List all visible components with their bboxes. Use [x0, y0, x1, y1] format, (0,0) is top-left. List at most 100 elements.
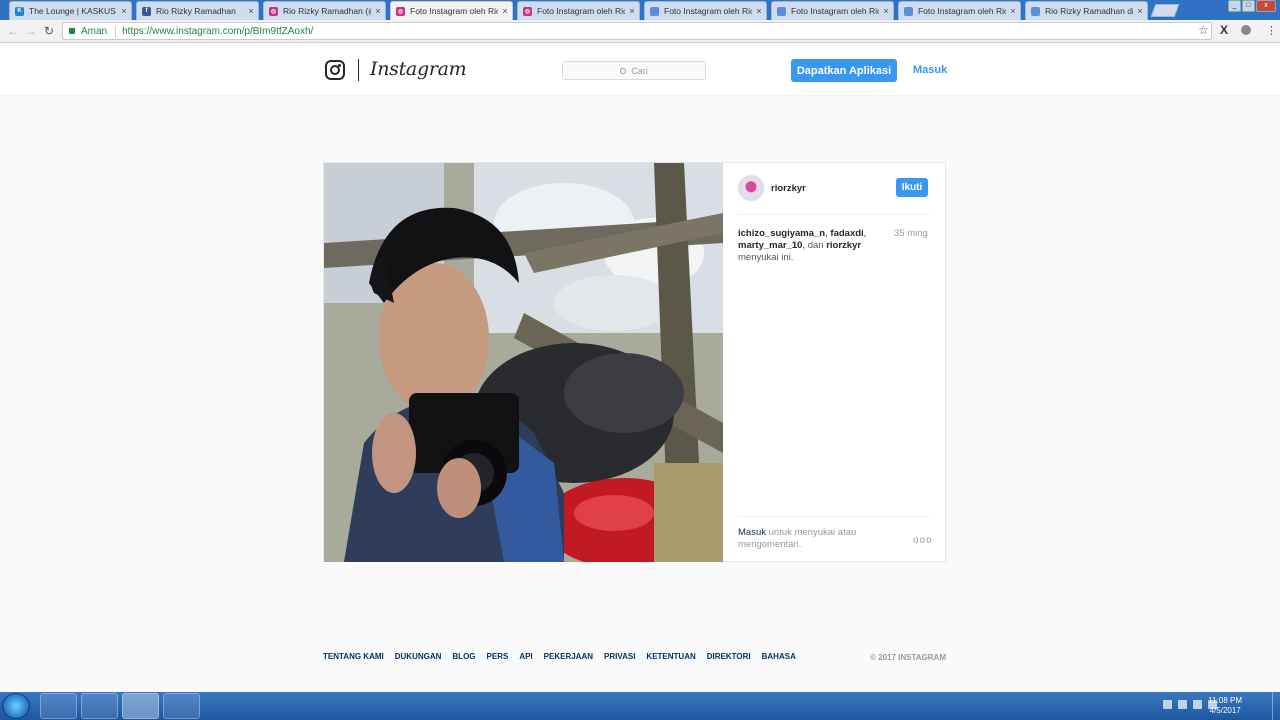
clock-time: 11:08 PM: [1208, 696, 1242, 705]
follow-button[interactable]: Ikuti: [896, 178, 928, 197]
url-text[interactable]: https://www.instagram.com/p/BIm9tfZAoxh/: [122, 26, 313, 37]
footer-link[interactable]: DIREKTORI: [707, 652, 751, 661]
footer-links: TENTANG KAMI DUKUNGAN BLOG PERS API PEKERJAAN…: [323, 652, 946, 661]
bookmark-star-icon[interactable]: ☆: [1198, 23, 1209, 37]
search-icon: [620, 67, 627, 74]
tab-favicon-icon: [777, 6, 786, 16]
more-options-icon[interactable]: ooo: [913, 535, 933, 546]
new-tab-button[interactable]: [1150, 4, 1180, 17]
post-photo-image: [324, 163, 723, 562]
network-taskbar-icon[interactable]: [81, 693, 118, 719]
tab-title: Foto Instagram oleh Rio: [664, 6, 752, 16]
tab-favicon-icon: [650, 6, 659, 16]
clock-date: 4/5/2017: [1209, 706, 1241, 715]
tab-close-icon[interactable]: ×: [752, 6, 766, 16]
tab-title: Rio Rizky Ramadhan di I: [1045, 6, 1133, 16]
tab-close-icon[interactable]: ×: [879, 6, 893, 16]
likes-text: ichizo_sugiyama_n, fadaxdi, marty_mar_10…: [738, 228, 867, 263]
liker-link[interactable]: fadaxdi: [830, 228, 863, 239]
footer-link[interactable]: PERS: [487, 652, 509, 661]
tray-arrow-icon[interactable]: [1163, 700, 1172, 709]
reload-icon[interactable]: ↻: [44, 24, 54, 38]
tab-title: The Lounge | KASKUS: [29, 6, 116, 16]
browser-tab-strip: K The Lounge | KASKUS × f Rio Rizky Ramadhan…: [0, 0, 1280, 20]
tab-close-icon[interactable]: ×: [1006, 6, 1020, 16]
explorer-taskbar-icon[interactable]: [40, 693, 77, 719]
footer-link[interactable]: BLOG: [452, 652, 475, 661]
omnibox[interactable]: Aman https://www.instagram.com/p/BIm9tfZ…: [62, 22, 1212, 40]
tab-title: Foto Instagram oleh Rio: [410, 6, 498, 16]
post-card: riorzkyr ichizo_sugiyama_n, fadaxdi, mar…: [323, 162, 946, 562]
instagram-header: Instagram Cari Dapatkan Aplikasi Masuk: [0, 44, 1280, 96]
tab-favicon-icon: [1031, 6, 1040, 16]
footer-link[interactable]: PRIVASI: [604, 652, 635, 661]
tab-favicon-icon: ◎: [396, 6, 405, 16]
instagram-wordmark[interactable]: Instagram: [370, 58, 467, 80]
browser-tab[interactable]: ◎ Foto Instagram oleh Rio ×: [517, 1, 640, 20]
browser-tab[interactable]: Foto Instagram oleh Rio ×: [898, 1, 1021, 20]
extension-icon[interactable]: [1241, 25, 1251, 35]
instagram-camera-icon[interactable]: [325, 60, 345, 80]
paint-taskbar-icon[interactable]: [163, 693, 200, 719]
browser-tab[interactable]: ◎ Foto Instagram oleh Rio ×: [390, 1, 513, 20]
tab-title: Foto Instagram oleh Rio: [791, 6, 879, 16]
likes-and-word: dan: [807, 240, 824, 251]
liker-link[interactable]: riorzkyr: [826, 240, 861, 251]
lock-icon: [69, 28, 75, 34]
search-input[interactable]: Cari: [562, 61, 706, 80]
chrome-taskbar-icon[interactable]: [122, 693, 159, 719]
forward-icon[interactable]: →: [25, 24, 37, 38]
tab-close-icon[interactable]: ×: [498, 6, 512, 16]
copyright: © 2017 INSTAGRAM: [870, 653, 946, 662]
browser-tab[interactable]: K The Lounge | KASKUS ×: [9, 1, 132, 20]
browser-tab[interactable]: ◎ Rio Rizky Ramadhan (@ ×: [263, 1, 386, 20]
tab-close-icon[interactable]: ×: [244, 6, 258, 16]
avatar[interactable]: [738, 175, 764, 201]
divider: [738, 214, 930, 215]
clock[interactable]: 11:08 PM 4/5/2017: [1208, 696, 1242, 716]
start-button[interactable]: [2, 693, 30, 719]
address-bar-row: ← → ↻ Aman https://www.instagram.com/p/B…: [0, 20, 1280, 43]
post-timestamp[interactable]: 35 ming: [894, 228, 928, 239]
window-controls: _ □ x: [1228, 0, 1276, 14]
tab-favicon-icon: K: [15, 6, 24, 16]
logo-divider: [358, 59, 359, 81]
browser-tab[interactable]: Foto Instagram oleh Rio ×: [771, 1, 894, 20]
tab-close-icon[interactable]: ×: [371, 6, 385, 16]
flag-icon[interactable]: [1178, 700, 1187, 709]
browser-tab[interactable]: Rio Rizky Ramadhan di I ×: [1025, 1, 1148, 20]
likes-suffix: menyukai ini.: [738, 252, 794, 263]
liker-link[interactable]: ichizo_sugiyama_n: [738, 228, 825, 239]
windows-taskbar: 11:08 PM 4/5/2017: [0, 692, 1280, 720]
tab-close-icon[interactable]: ×: [1133, 6, 1147, 16]
footer-link[interactable]: API: [519, 652, 532, 661]
signal-icon[interactable]: [1193, 700, 1202, 709]
tab-title: Foto Instagram oleh Rio: [537, 6, 625, 16]
post-username[interactable]: riorzkyr: [771, 183, 806, 194]
footer-link[interactable]: KETENTUAN: [646, 652, 695, 661]
show-desktop-button[interactable]: [1272, 692, 1280, 720]
login-prompt: Masuk untuk menyukai atau mengomentari.: [738, 527, 888, 551]
browser-menu-icon[interactable]: ⋮: [1266, 24, 1277, 37]
browser-tab[interactable]: Foto Instagram oleh Rio ×: [644, 1, 767, 20]
extension-x-icon[interactable]: X: [1220, 23, 1228, 37]
liker-link[interactable]: marty_mar_10: [738, 240, 802, 251]
minimize-button[interactable]: _: [1228, 0, 1241, 12]
login-link[interactable]: Masuk: [913, 64, 947, 76]
tab-favicon-icon: ◎: [523, 6, 532, 16]
browser-tab[interactable]: f Rio Rizky Ramadhan ×: [136, 1, 259, 20]
footer-link[interactable]: DUKUNGAN: [395, 652, 442, 661]
footer-link[interactable]: TENTANG KAMI: [323, 652, 384, 661]
footer-link[interactable]: PEKERJAAN: [544, 652, 593, 661]
tab-close-icon[interactable]: ×: [117, 6, 131, 16]
login-prompt-link[interactable]: Masuk: [738, 527, 766, 538]
get-app-button[interactable]: Dapatkan Aplikasi: [791, 59, 897, 82]
back-icon[interactable]: ←: [7, 24, 19, 38]
footer-link[interactable]: BAHASA: [762, 652, 796, 661]
close-window-button[interactable]: x: [1256, 0, 1276, 12]
maximize-button[interactable]: □: [1242, 0, 1255, 12]
tab-close-icon[interactable]: ×: [625, 6, 639, 16]
post-photo[interactable]: [324, 163, 723, 562]
divider: [738, 516, 930, 517]
tab-title: Rio Rizky Ramadhan (@: [283, 6, 371, 16]
